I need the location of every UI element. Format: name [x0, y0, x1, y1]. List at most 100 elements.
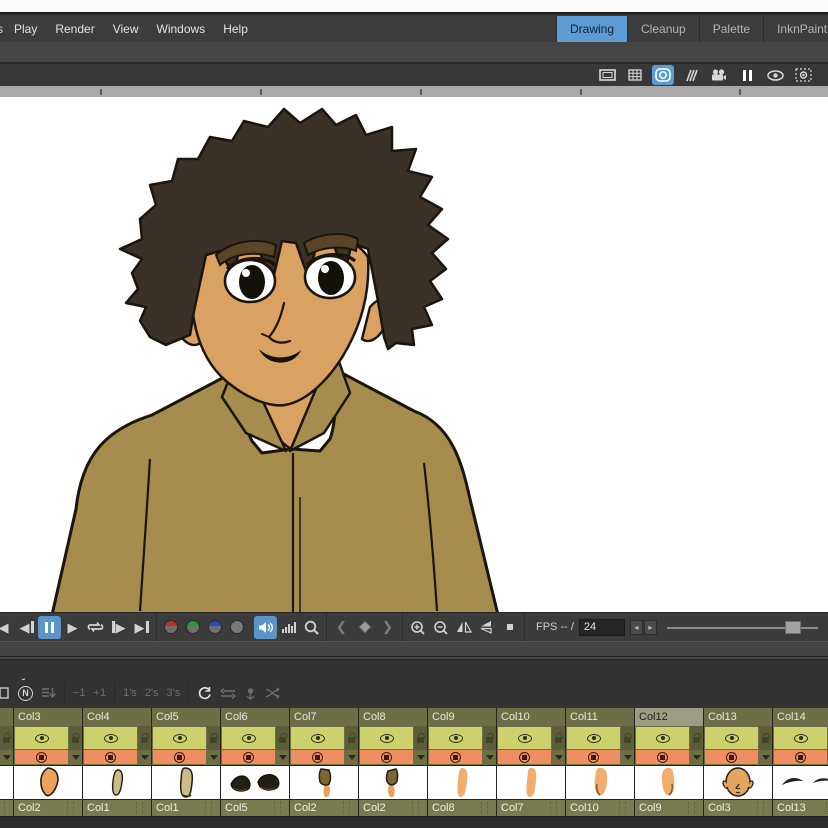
reframe-button[interactable]: [37, 683, 60, 703]
preview-visible-toggle[interactable]: [498, 727, 551, 749]
next-frame-button[interactable]: ▶: [107, 616, 130, 639]
clipped-tool-icon[interactable]: [0, 683, 14, 703]
preview-visible-toggle[interactable]: [567, 727, 620, 749]
camstand-visible-toggle[interactable]: [84, 750, 137, 764]
cell-thumbnail-eyebrows[interactable]: [773, 765, 828, 800]
cell-level-name[interactable]: Col1: [83, 800, 151, 816]
cell-thumbnail-arm[interactable]: [428, 765, 496, 800]
cell-level-name[interactable]: Col2: [14, 800, 82, 816]
camstand-visible-toggle[interactable]: [774, 750, 827, 764]
menu-item-windows[interactable]: Windows: [148, 16, 215, 42]
camstand-visible-toggle[interactable]: [705, 750, 758, 764]
red-channel-toggle[interactable]: [164, 620, 178, 634]
camstand-visible-toggle[interactable]: [498, 750, 551, 764]
frame-slider-handle[interactable]: [785, 621, 801, 634]
tab-palette[interactable]: Palette: [699, 16, 763, 42]
preview-visible-toggle[interactable]: [153, 727, 206, 749]
cell-thumbnail-arm[interactable]: [497, 765, 565, 800]
cell-level-name[interactable]: Col5: [221, 800, 289, 816]
next-key-button[interactable]: ❯: [376, 616, 399, 639]
column-header[interactable]: Col6: [221, 708, 289, 726]
cell-thumbnail-shoes[interactable]: [221, 765, 289, 800]
cell-thumbnail-hand[interactable]: [635, 765, 703, 800]
new-vector-level-button[interactable]: N: [14, 683, 37, 703]
lock-toggle[interactable]: [207, 726, 220, 750]
loop-button[interactable]: [84, 616, 107, 639]
menu-item-render[interactable]: Render: [46, 16, 103, 42]
camstand-visible-toggle[interactable]: [636, 750, 689, 764]
column-menu-button[interactable]: [345, 750, 358, 765]
column-header[interactable]: Col8: [359, 708, 427, 726]
frame-slider[interactable]: [667, 616, 818, 639]
column-header[interactable]: Col9: [428, 708, 496, 726]
column-menu-button[interactable]: [483, 750, 496, 765]
cell-level-name[interactable]: Col8: [428, 800, 496, 816]
set-key-button[interactable]: [353, 616, 376, 639]
preview-eye-icon[interactable]: [764, 65, 786, 85]
lock-toggle[interactable]: [138, 726, 151, 750]
cell-thumbnail-hand[interactable]: [566, 765, 634, 800]
blue-channel-toggle[interactable]: [208, 620, 222, 634]
cell-level-name[interactable]: Col1: [152, 800, 220, 816]
camstand-visible-toggle[interactable]: [153, 750, 206, 764]
last-frame-button[interactable]: ▶: [130, 616, 153, 639]
lock-toggle[interactable]: [345, 726, 358, 750]
cell-thumbnail-head[interactable]: [704, 765, 772, 800]
camstand-visible-toggle[interactable]: [291, 750, 344, 764]
cell-thumbnail-sleeve-arm[interactable]: [359, 765, 427, 800]
lock-toggle[interactable]: [414, 726, 427, 750]
reframe-twos-button[interactable]: 2's: [141, 683, 163, 703]
locator-magnifier-icon[interactable]: [300, 616, 323, 639]
reframe-threes-button[interactable]: 3's: [163, 683, 185, 703]
preview-visible-toggle[interactable]: [429, 727, 482, 749]
preview-visible-toggle[interactable]: [84, 727, 137, 749]
prev-key-button[interactable]: ❮: [330, 616, 353, 639]
column-header[interactable]: Col5: [152, 708, 220, 726]
shuffle-icon[interactable]: [261, 683, 285, 703]
column-header[interactable]: Col4: [83, 708, 151, 726]
tab-cleanup[interactable]: Cleanup: [627, 16, 699, 42]
lock-toggle[interactable]: [759, 726, 772, 750]
lock-toggle[interactable]: [621, 726, 634, 750]
viewer-canvas[interactable]: [0, 97, 828, 612]
flip-vertical-button[interactable]: [475, 616, 498, 639]
menu-item-help[interactable]: Help: [214, 16, 257, 42]
camstand-visible-toggle[interactable]: [15, 750, 68, 764]
cell-thumbnail-sleeve-arm[interactable]: [290, 765, 358, 800]
column-header[interactable]: Col7: [290, 708, 358, 726]
fps-input[interactable]: [579, 619, 625, 636]
cell-level-name[interactable]: Col2: [290, 800, 358, 816]
cell-thumbnail-forearm[interactable]: [83, 765, 151, 800]
column-header[interactable]: Col10: [497, 708, 565, 726]
column-menu-button[interactable]: [0, 750, 13, 765]
column-menu-button[interactable]: [621, 750, 634, 765]
camera-icon[interactable]: [708, 65, 730, 85]
menu-item-play[interactable]: Play: [5, 16, 46, 42]
lock-toggle[interactable]: [483, 726, 496, 750]
column-menu-button[interactable]: [690, 750, 703, 765]
preview-visible-toggle[interactable]: [15, 727, 68, 749]
subcamera-preview-icon[interactable]: [792, 65, 814, 85]
camstand-visible-toggle[interactable]: [567, 750, 620, 764]
cell-thumbnail-hand[interactable]: [14, 765, 82, 800]
column-menu-button[interactable]: [276, 750, 289, 765]
reset-view-button[interactable]: [498, 616, 521, 639]
camstand-visible-toggle[interactable]: [429, 750, 482, 764]
column-menu-button[interactable]: [138, 750, 151, 765]
preview-visible-toggle[interactable]: [360, 727, 413, 749]
tab-inknpaint[interactable]: InknPaint: [763, 16, 828, 42]
freeze-icon[interactable]: [736, 65, 758, 85]
column-header[interactable]: Col3: [14, 708, 82, 726]
zoom-in-button[interactable]: [406, 616, 429, 639]
fps-spinner[interactable]: ◂▸: [630, 620, 657, 635]
cell-level-name[interactable]: Col7: [497, 800, 565, 816]
reframe-ones-button[interactable]: 1's: [119, 683, 141, 703]
flip-horizontal-button[interactable]: [452, 616, 475, 639]
preview-visible-toggle[interactable]: [222, 727, 275, 749]
camera-view-icon[interactable]: [652, 65, 674, 85]
cell-thumbnail-leg[interactable]: [152, 765, 220, 800]
cell-level-name[interactable]: Col13: [773, 800, 828, 816]
tab-drawing[interactable]: Drawing: [556, 16, 627, 42]
shift-minus-one-button[interactable]: −1: [69, 683, 90, 703]
lock-toggle[interactable]: [552, 726, 565, 750]
